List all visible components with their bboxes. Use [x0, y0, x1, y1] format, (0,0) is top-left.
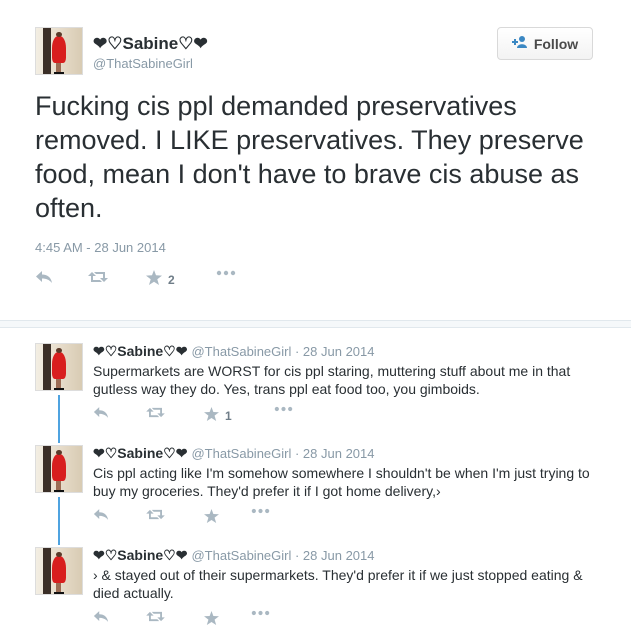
- add-user-icon: [511, 35, 528, 52]
- star-icon: [146, 270, 162, 290]
- thread-connector: [58, 497, 60, 545]
- favorite-button[interactable]: 2: [146, 270, 175, 290]
- more-icon[interactable]: [274, 406, 293, 412]
- retweet-icon[interactable]: [146, 406, 165, 419]
- tweet-text: Fucking cis ppl demanded preservatives r…: [35, 91, 584, 223]
- author-name[interactable]: ❤♡Sabine♡❤: [93, 547, 187, 563]
- retweet-icon[interactable]: [88, 270, 108, 284]
- section-divider: [0, 320, 631, 328]
- more-icon[interactable]: [251, 508, 270, 514]
- author-name[interactable]: ❤♡Sabine♡❤: [93, 34, 208, 54]
- reply-icon[interactable]: [93, 610, 109, 623]
- author-meta[interactable]: @ThatSabineGirl · 28 Jun 2014: [191, 446, 374, 461]
- avatar[interactable]: [35, 343, 83, 391]
- favorite-count: 2: [168, 273, 175, 287]
- reply-header: ❤♡Sabine♡❤ @ThatSabineGirl · 28 Jun 2014: [93, 547, 375, 564]
- reply-text: › & stayed out of their supermarkets. Th…: [93, 567, 583, 601]
- thread-connector: [58, 395, 60, 443]
- tweet-actions: 2: [35, 270, 335, 290]
- author-handle[interactable]: @ThatSabineGirl: [93, 56, 193, 71]
- more-icon[interactable]: [216, 270, 236, 276]
- tweet-actions: [93, 508, 313, 528]
- tweet-actions: 1: [93, 406, 313, 426]
- author-name[interactable]: ❤♡Sabine♡❤: [93, 343, 187, 359]
- reply-icon[interactable]: [93, 406, 109, 419]
- favorite-button[interactable]: [204, 610, 219, 630]
- star-icon: [204, 610, 219, 630]
- reply-text: Supermarkets are WORST for cis ppl stari…: [93, 363, 571, 397]
- author-meta[interactable]: @ThatSabineGirl · 28 Jun 2014: [191, 548, 374, 563]
- star-icon: [204, 508, 219, 528]
- reply-header: ❤♡Sabine♡❤ @ThatSabineGirl · 28 Jun 2014: [93, 343, 375, 360]
- tweet-timestamp[interactable]: 4:45 AM - 28 Jun 2014: [35, 240, 166, 255]
- avatar[interactable]: [35, 445, 83, 493]
- main-tweet: ❤♡Sabine♡❤ @ThatSabineGirl Follow Fuckin…: [0, 0, 631, 320]
- reply-icon[interactable]: [35, 270, 53, 284]
- favorite-count: 1: [225, 409, 232, 423]
- author-meta[interactable]: @ThatSabineGirl · 28 Jun 2014: [191, 344, 374, 359]
- author-name[interactable]: ❤♡Sabine♡❤: [93, 445, 187, 461]
- avatar[interactable]: [35, 547, 83, 595]
- star-icon: [204, 406, 219, 426]
- reply-header: ❤♡Sabine♡❤ @ThatSabineGirl · 28 Jun 2014: [93, 445, 375, 462]
- reply-icon[interactable]: [93, 508, 109, 521]
- retweet-icon[interactable]: [146, 610, 165, 623]
- favorite-button[interactable]: 1: [204, 406, 232, 426]
- favorite-button[interactable]: [204, 508, 219, 528]
- reply-text: Cis ppl acting like I'm somehow somewher…: [93, 465, 590, 499]
- tweet-actions: [93, 610, 313, 630]
- follow-label: Follow: [533, 35, 579, 52]
- retweet-icon[interactable]: [146, 508, 165, 521]
- avatar[interactable]: [35, 27, 83, 75]
- follow-button[interactable]: Follow: [497, 27, 593, 60]
- more-icon[interactable]: [251, 610, 270, 616]
